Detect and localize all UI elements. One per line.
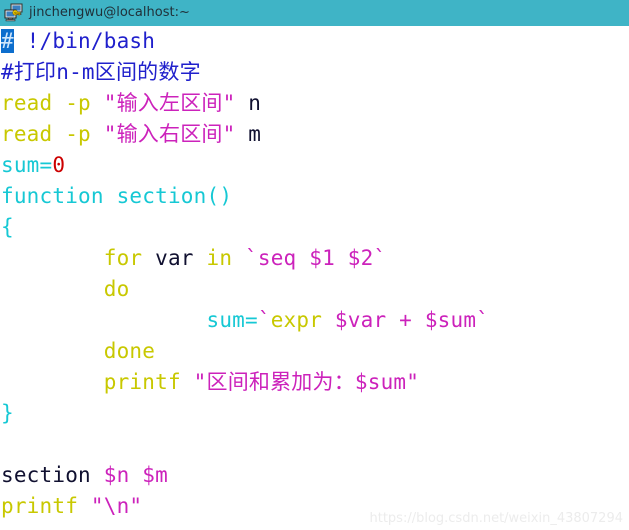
code-line[interactable]: { bbox=[0, 212, 629, 243]
code-token: #打印n-m区间的数字 bbox=[1, 60, 201, 84]
code-token: !/bin/bash bbox=[13, 29, 156, 53]
code-line[interactable]: sum=0 bbox=[0, 150, 629, 181]
code-line[interactable]: printf "区间和累加为：$sum" bbox=[0, 367, 629, 398]
code-token: n bbox=[235, 91, 262, 115]
code-line[interactable]: read -p "输入左区间" n bbox=[0, 88, 629, 119]
window-titlebar: jinchengwu@localhost:~ bbox=[0, 0, 629, 26]
code-line[interactable]: } bbox=[0, 398, 629, 429]
code-line[interactable]: #打印n-m区间的数字 bbox=[0, 57, 629, 88]
code-token: function section() bbox=[1, 184, 233, 208]
code-token: "\n" bbox=[90, 494, 143, 518]
code-token: m bbox=[235, 122, 262, 146]
code-token: for bbox=[103, 246, 156, 270]
code-token: expr bbox=[270, 308, 323, 332]
code-lines-container[interactable]: # !/bin/bash #打印n-m区间的数字 read -p "输入左区间" n… bbox=[0, 26, 629, 522]
code-line[interactable]: section $n $m bbox=[0, 460, 629, 491]
window-title: jinchengwu@localhost:~ bbox=[29, 5, 190, 20]
code-token: $var + $sum` bbox=[322, 308, 490, 332]
code-token: "输入右区间" bbox=[103, 122, 236, 146]
code-token: ` bbox=[257, 308, 271, 332]
code-token: "输入左区间" bbox=[103, 91, 236, 115]
code-token: $n $m bbox=[103, 463, 168, 487]
code-token: read -p bbox=[1, 91, 104, 115]
code-token: var bbox=[155, 246, 207, 270]
code-token: 0 bbox=[52, 153, 66, 177]
code-token: # bbox=[1, 29, 14, 53]
code-line[interactable]: read -p "输入右区间" m bbox=[0, 119, 629, 150]
code-editor-area[interactable]: # !/bin/bash #打印n-m区间的数字 read -p "输入左区间" n… bbox=[0, 26, 629, 530]
code-token: } bbox=[1, 401, 14, 425]
code-token: "区间和累加为：$sum" bbox=[193, 370, 420, 394]
code-token: printf bbox=[1, 494, 91, 518]
code-line[interactable]: # !/bin/bash bbox=[0, 26, 629, 57]
code-token: section bbox=[1, 463, 104, 487]
code-line[interactable]: function section() bbox=[0, 181, 629, 212]
code-token: done bbox=[103, 339, 156, 363]
code-line[interactable]: for var in `seq $1 $2` bbox=[0, 243, 629, 274]
code-token: in bbox=[206, 246, 246, 270]
code-token: sum= bbox=[1, 153, 53, 177]
code-token: sum= bbox=[206, 308, 258, 332]
code-token: `seq $1 $2` bbox=[245, 246, 387, 270]
watermark-text: https://blog.csdn.net/weixin_43807294 bbox=[369, 511, 623, 526]
code-line[interactable]: done bbox=[0, 336, 629, 367]
code-token: do bbox=[103, 277, 130, 301]
code-line[interactable] bbox=[0, 429, 629, 460]
code-token: { bbox=[1, 215, 14, 239]
code-line[interactable]: sum=`expr $var + $sum` bbox=[0, 305, 629, 336]
code-token: printf bbox=[103, 370, 194, 394]
code-line[interactable]: do bbox=[0, 274, 629, 305]
remote-terminal-icon bbox=[4, 3, 23, 22]
code-token: read -p bbox=[1, 122, 104, 146]
